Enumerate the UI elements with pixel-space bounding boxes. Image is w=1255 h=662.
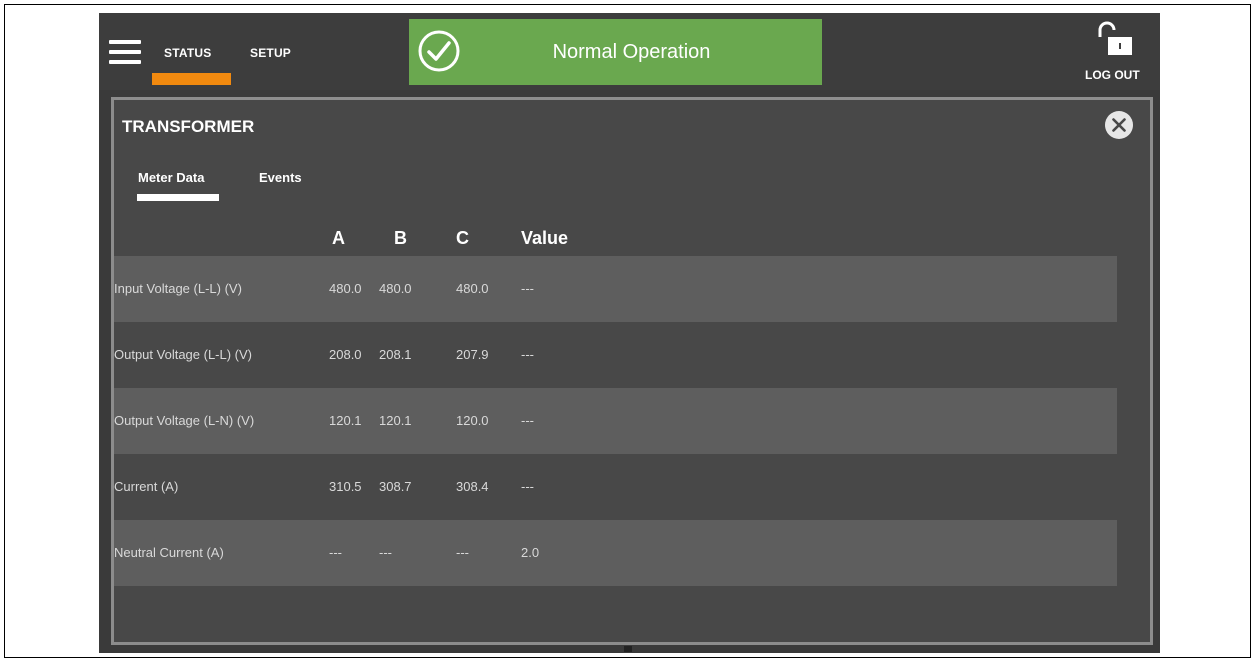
cell-value: --- bbox=[521, 347, 534, 362]
table-row: Current (A) 310.5 308.7 308.4 --- bbox=[114, 454, 1117, 520]
tab-setup[interactable]: SETUP bbox=[250, 46, 291, 60]
cell-value: 2.0 bbox=[521, 545, 540, 560]
bottom-handle bbox=[624, 646, 632, 652]
transformer-panel: TRANSFORMER Meter Data Events A B C Valu… bbox=[111, 97, 1153, 645]
cell-a: --- bbox=[329, 545, 342, 560]
cell-a: 480.0 bbox=[329, 281, 362, 296]
cell-b: 120.1 bbox=[379, 413, 412, 428]
column-header-b: B bbox=[394, 228, 407, 248]
close-circle-icon[interactable] bbox=[1104, 110, 1134, 140]
active-subtab-indicator bbox=[137, 194, 219, 201]
cell-b: 480.0 bbox=[379, 281, 412, 296]
column-header-c: C bbox=[456, 228, 469, 248]
unlocked-padlock-icon[interactable] bbox=[1094, 21, 1134, 57]
column-header-value: Value bbox=[521, 228, 569, 248]
cell-c: 207.9 bbox=[456, 347, 489, 362]
top-bar: STATUS SETUP Normal Operation LOG OUT bbox=[99, 13, 1160, 90]
panel-title: TRANSFORMER bbox=[122, 117, 255, 136]
cell-b: 308.7 bbox=[379, 479, 412, 494]
status-text: Normal Operation bbox=[552, 41, 711, 63]
cell-value: --- bbox=[521, 479, 534, 494]
row-label: Input Voltage (L-L) (V) bbox=[114, 281, 242, 296]
table-row: Neutral Current (A) --- --- --- 2.0 bbox=[114, 520, 1117, 586]
app-screen: STATUS SETUP Normal Operation LOG OUT TR… bbox=[99, 13, 1160, 653]
cell-c: 308.4 bbox=[456, 479, 489, 494]
cell-value: --- bbox=[521, 281, 534, 296]
table-row: Input Voltage (L-L) (V) 480.0 480.0 480.… bbox=[114, 256, 1117, 322]
cell-b: 208.1 bbox=[379, 347, 412, 362]
status-banner: Normal Operation bbox=[409, 19, 822, 85]
row-label: Current (A) bbox=[114, 479, 179, 494]
active-tab-indicator bbox=[152, 73, 231, 85]
row-label: Output Voltage (L-N) (V) bbox=[114, 413, 255, 428]
menu-icon[interactable] bbox=[109, 40, 141, 64]
table-row: Output Voltage (L-L) (V) 208.0 208.1 207… bbox=[114, 322, 1117, 388]
cell-a: 120.1 bbox=[329, 413, 362, 428]
row-label: Neutral Current (A) bbox=[114, 545, 224, 560]
cell-value: --- bbox=[521, 413, 534, 428]
row-label: Output Voltage (L-L) (V) bbox=[114, 347, 253, 362]
cell-a: 208.0 bbox=[329, 347, 362, 362]
tab-events[interactable]: Events bbox=[259, 170, 302, 185]
tab-meter-data[interactable]: Meter Data bbox=[138, 170, 204, 185]
cell-a: 310.5 bbox=[329, 479, 362, 494]
cell-b: --- bbox=[379, 545, 392, 560]
table-row: Output Voltage (L-N) (V) 120.1 120.1 120… bbox=[114, 388, 1117, 454]
column-header-a: A bbox=[332, 228, 345, 248]
cell-c: 480.0 bbox=[456, 281, 489, 296]
cell-c: --- bbox=[456, 545, 469, 560]
tab-status[interactable]: STATUS bbox=[164, 46, 211, 60]
cell-c: 120.0 bbox=[456, 413, 489, 428]
logout-button[interactable]: LOG OUT bbox=[1085, 68, 1140, 82]
